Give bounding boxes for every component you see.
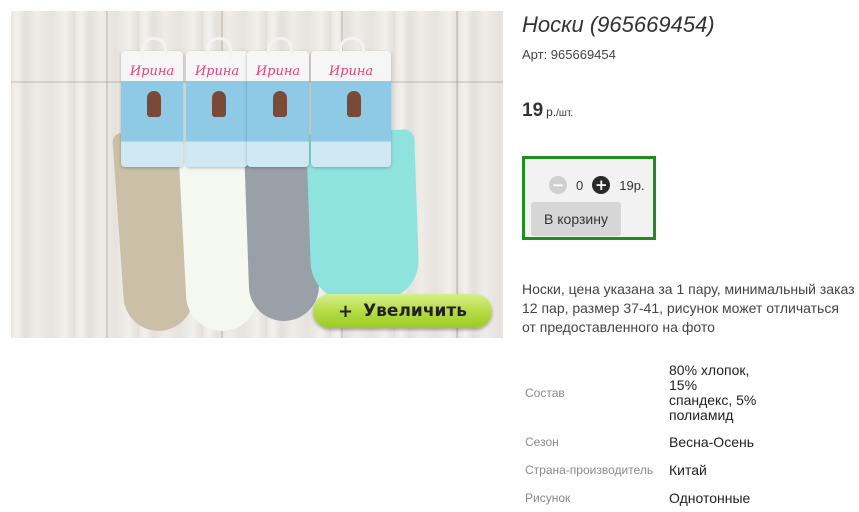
- property-value: 80% хлопок, 15% спандекс, 5% полиамид: [669, 358, 756, 428]
- runner-figure: [212, 91, 226, 117]
- property-value: Китай: [669, 461, 707, 478]
- property-value-line: 80% хлопок,: [669, 362, 750, 378]
- hanger-hook: [141, 37, 167, 58]
- minus-icon[interactable]: −: [549, 176, 567, 194]
- price-currency: р.: [546, 105, 557, 119]
- property-row: Рисунок Однотонные: [522, 484, 756, 512]
- plus-icon: +: [337, 300, 354, 322]
- price-value: 19: [522, 100, 544, 121]
- brand-label: Ирина: [129, 64, 175, 79]
- properties-table: Состав 80% хлопок, 15% спандекс, 5% поли…: [522, 358, 756, 512]
- brand-label: Ирина: [328, 64, 374, 79]
- package-card: Ирина: [186, 37, 248, 167]
- price: 19 р./шт.: [522, 100, 573, 122]
- zoom-button-label: Увеличить: [363, 301, 468, 321]
- quantity-stepper: − 0 + 19р.: [549, 176, 645, 194]
- property-key: Состав: [525, 386, 565, 400]
- property-row: Состав 80% хлопок, 15% спандекс, 5% поли…: [522, 358, 756, 428]
- hanger-hook: [267, 37, 293, 58]
- product-title: Носки (965669454): [522, 12, 715, 37]
- property-value-line: полиамид: [669, 407, 734, 423]
- runner-figure: [347, 91, 361, 117]
- brand-label: Ирина: [194, 64, 240, 79]
- zoom-button[interactable]: + Увеличить: [313, 294, 492, 328]
- property-key: Рисунок: [525, 491, 571, 505]
- hanger-hook: [206, 37, 232, 58]
- package-card: Ирина: [247, 37, 309, 167]
- runner-figure: [147, 91, 161, 117]
- wood-board-seam: [106, 11, 108, 338]
- property-value: Весна-Осень: [669, 433, 755, 450]
- product-image[interactable]: Ирина Ирина Ирина Ирина: [11, 11, 503, 338]
- property-value-line: спандекс, 5%: [669, 392, 757, 408]
- property-key: Сезон: [525, 435, 559, 449]
- article-number: Арт: 965669454: [522, 47, 616, 62]
- property-row: Сезон Весна-Осень: [522, 428, 756, 456]
- property-key: Страна-производитель: [525, 463, 654, 477]
- runner-figure: [273, 91, 287, 117]
- brand-label: Ирина: [255, 64, 301, 79]
- cart-sum: 19р.: [619, 177, 645, 193]
- property-value-line: 15%: [669, 377, 698, 393]
- hanger-hook: [339, 37, 365, 58]
- package-card: Ирина: [121, 37, 183, 167]
- price-per-unit: /шт.: [556, 108, 574, 119]
- add-to-cart-button[interactable]: В корзину: [531, 202, 621, 236]
- product-description: Носки, цена указана за 1 пару, минимальн…: [522, 280, 859, 337]
- wood-board-seam: [456, 11, 458, 338]
- property-value: Однотонные: [669, 489, 751, 506]
- description-line: от предоставленного на фото: [522, 319, 715, 335]
- package-card: Ирина: [311, 37, 391, 167]
- add-to-cart-panel: − 0 + 19р. В корзину: [522, 156, 656, 240]
- description-line: Носки, цена указана за 1 пару, минимальн…: [522, 281, 855, 297]
- quantity-value[interactable]: 0: [576, 178, 583, 193]
- property-row: Страна-производитель Китай: [522, 456, 756, 484]
- plus-icon[interactable]: +: [592, 176, 611, 194]
- description-line: 12 пар, размер 37-41, рисунок может отли…: [522, 300, 839, 316]
